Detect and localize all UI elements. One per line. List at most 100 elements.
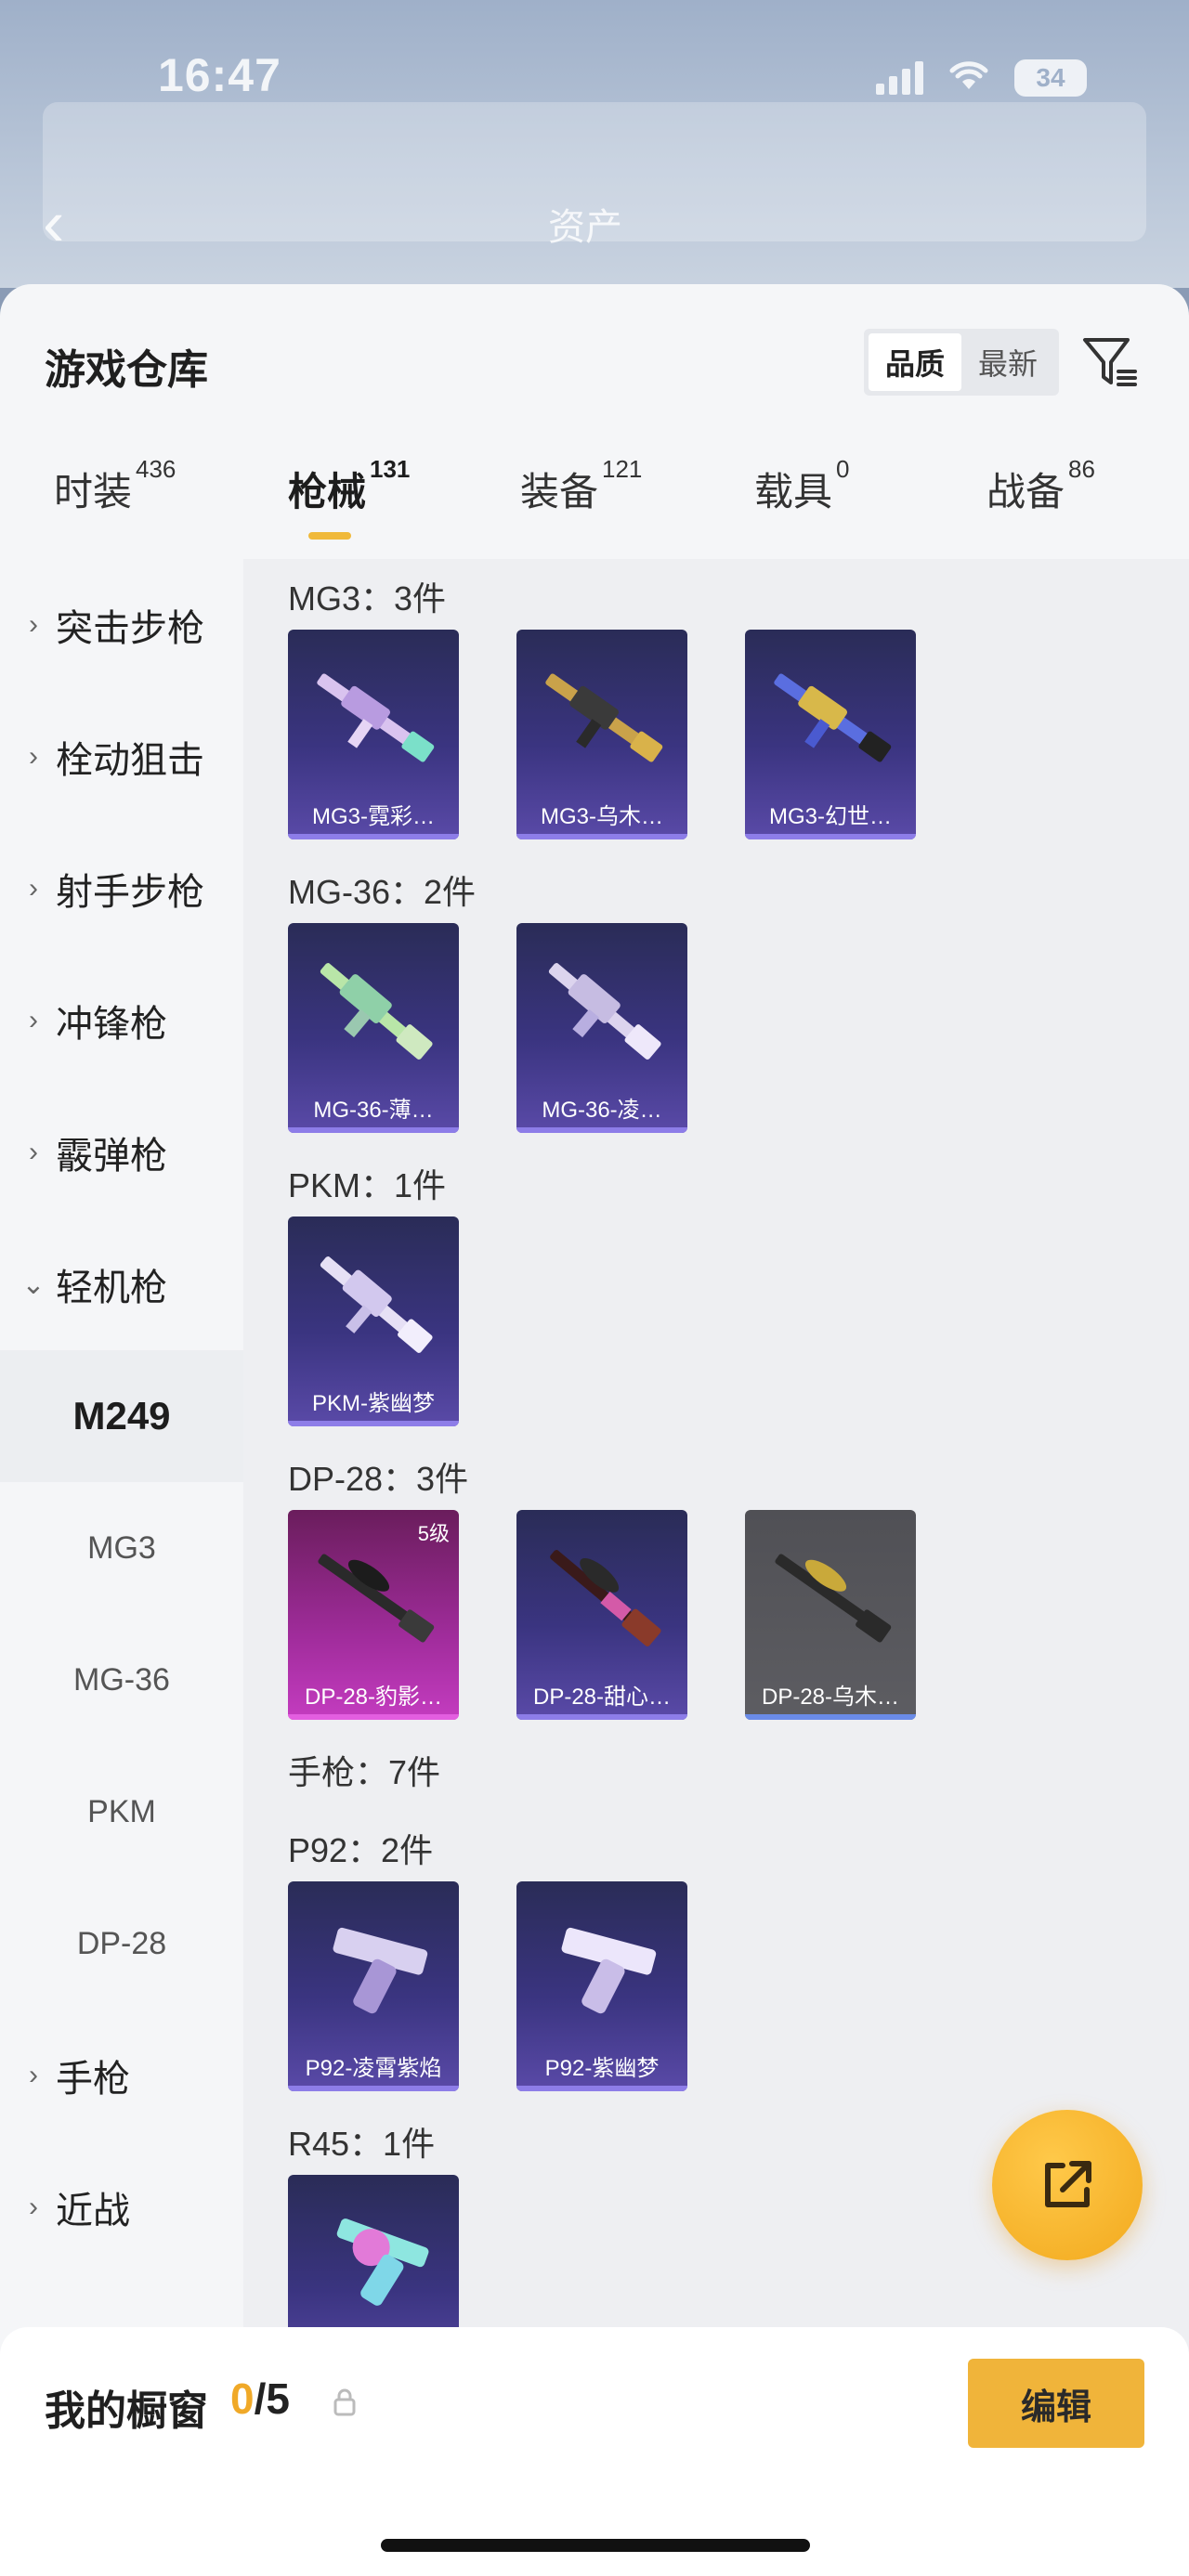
chevron-right-icon: › xyxy=(29,741,38,772)
tab-count: 0 xyxy=(836,455,850,483)
item-card[interactable]: MG-36-凌… xyxy=(516,923,687,1133)
item-name: DP-28-甜心… xyxy=(532,1685,672,1710)
sidebar-sub-dp28[interactable]: DP-28 xyxy=(0,1878,243,2010)
tab-gear[interactable]: 战备86 xyxy=(986,455,1095,517)
lmg-icon xyxy=(320,1256,433,1353)
chevron-right-icon: › xyxy=(29,873,38,904)
sidebar-item-label: 射手步枪 xyxy=(56,872,204,913)
showcase-count: 0/5 xyxy=(230,2374,290,2424)
pistol-icon xyxy=(333,1927,428,2014)
lmg-icon xyxy=(775,1554,892,1643)
chevron-right-icon: › xyxy=(29,2060,38,2090)
wifi-icon xyxy=(947,56,990,100)
sidebar-item-label: 冲锋枪 xyxy=(56,1004,167,1045)
battery-icon: 34 xyxy=(1014,59,1087,97)
showcase-current: 0 xyxy=(230,2374,255,2423)
lmg-icon xyxy=(550,1550,661,1646)
tab-fashion[interactable]: 时装436 xyxy=(54,455,176,517)
sort-toggle: 品质 最新 xyxy=(864,329,1060,396)
tab-equipment[interactable]: 装备121 xyxy=(520,455,642,517)
lmg-icon xyxy=(774,673,892,762)
content-area: › 突击步枪 › 栓动狙击 › 射手步枪 › 冲锋枪 › 霰弹枪 ⌄ 轻机枪 M249 MG… xyxy=(0,559,1189,2576)
lmg-icon xyxy=(318,1554,435,1643)
item-name: P92-紫幽梦 xyxy=(544,2056,660,2081)
tab-count: 121 xyxy=(602,455,643,483)
sidebar-item-pistol[interactable]: › 手枪 xyxy=(0,2010,243,2141)
sidebar-sub-mg3[interactable]: MG3 xyxy=(0,1482,243,1614)
showcase-bar: 我的橱窗 0/5 编辑 xyxy=(0,2327,1189,2576)
sort-newest-button[interactable]: 最新 xyxy=(961,333,1054,391)
sheet-title: 游戏仓库 xyxy=(45,347,208,393)
lock-icon xyxy=(333,2388,356,2416)
tab-underline xyxy=(308,532,351,540)
status-icons: 34 xyxy=(876,56,1087,100)
sidebar-item-marksman-rifle[interactable]: › 射手步枪 xyxy=(0,823,243,955)
group-label: MG3：3件 xyxy=(288,579,447,618)
sidebar-item-smg[interactable]: › 冲锋枪 xyxy=(0,955,243,1086)
item-name: MG-36-凌… xyxy=(542,1098,662,1123)
item-card[interactable]: DP-28-乌木… xyxy=(745,1510,916,1720)
tab-count: 86 xyxy=(1068,455,1095,483)
tab-count: 131 xyxy=(370,455,411,483)
sidebar-item-melee[interactable]: › 近战 xyxy=(0,2141,243,2273)
sidebar-sub-mg36[interactable]: MG-36 xyxy=(0,1614,243,1746)
sidebar-sub-pkm[interactable]: PKM xyxy=(0,1746,243,1878)
sidebar-item-assault-rifle[interactable]: › 突击步枪 xyxy=(0,559,243,691)
item-card[interactable]: 5级 DP-28-豹影… xyxy=(288,1510,459,1720)
chevron-right-icon: › xyxy=(29,2192,38,2222)
filter-icon[interactable] xyxy=(1079,331,1141,392)
tab-label: 载具 xyxy=(754,470,833,514)
item-card[interactable]: MG3-幻世… xyxy=(745,630,916,839)
item-name: DP-28-乌木… xyxy=(761,1685,900,1710)
back-icon[interactable]: ‹ xyxy=(43,186,64,260)
group-label: 手枪：7件 xyxy=(288,1753,441,1791)
item-name: P92-凌霄紫焰 xyxy=(305,2056,442,2081)
item-card[interactable]: P92-紫幽梦 xyxy=(516,1881,687,2091)
sort-quality-button[interactable]: 品质 xyxy=(869,333,962,391)
sidebar-sub-m249[interactable]: M249 xyxy=(0,1350,243,1482)
item-name: MG3-幻世… xyxy=(769,804,892,829)
edit-button[interactable]: 编辑 xyxy=(968,2359,1144,2448)
showcase-title: 我的橱窗 xyxy=(45,2388,208,2434)
item-card[interactable]: PKM-紫幽梦 xyxy=(288,1216,459,1426)
showcase-total: /5 xyxy=(254,2374,290,2423)
item-name: DP-28-豹影… xyxy=(304,1685,443,1710)
header-title: 资产 xyxy=(548,207,622,248)
chevron-right-icon: › xyxy=(29,609,38,640)
sidebar-item-label: 手枪 xyxy=(56,2059,130,2100)
item-name: MG3-霓彩… xyxy=(312,804,435,829)
category-tabs: 时装436 枪械131 装备121 载具0 战备86 xyxy=(0,455,1189,544)
tab-label: 装备 xyxy=(520,470,599,514)
tab-count: 436 xyxy=(136,455,176,483)
tab-vehicles[interactable]: 载具0 xyxy=(754,455,849,517)
sidebar-item-label: 突击步枪 xyxy=(56,608,204,649)
external-link-icon xyxy=(1045,2161,1091,2207)
background-header: 16:47 34 ‹ 资产 xyxy=(0,0,1189,288)
lmg-icon xyxy=(317,673,435,762)
pistol-icon xyxy=(561,1927,657,2014)
item-card[interactable]: DP-28-甜心… xyxy=(516,1510,687,1720)
warehouse-sheet: 游戏仓库 品质 最新 时装436 枪械131 装备121 载具0 战备86 › 突… xyxy=(0,284,1189,2576)
group-label: PKM：1件 xyxy=(288,1166,447,1204)
lmg-icon xyxy=(545,673,663,762)
rifle-icon xyxy=(548,963,661,1060)
sidebar-item-label: 近战 xyxy=(56,2191,130,2231)
sidebar-item-label: 轻机枪 xyxy=(56,1268,167,1308)
chevron-right-icon: › xyxy=(29,1137,38,1167)
share-button[interactable] xyxy=(992,2110,1143,2260)
item-card[interactable]: MG3-乌木… xyxy=(516,630,687,839)
chevron-right-icon: › xyxy=(29,1005,38,1035)
sidebar-item-lmg[interactable]: ⌄ 轻机枪 xyxy=(0,1218,243,1350)
chevron-down-icon: ⌄ xyxy=(21,1268,46,1300)
sidebar-item-bolt-sniper[interactable]: › 栓动狙击 xyxy=(0,691,243,823)
sidebar-item-label: 栓动狙击 xyxy=(56,740,204,781)
item-name: MG-36-薄… xyxy=(313,1098,434,1123)
sidebar-item-shotgun[interactable]: › 霰弹枪 xyxy=(0,1086,243,1218)
item-card[interactable]: P92-凌霄紫焰 xyxy=(288,1881,459,2091)
tab-firearms[interactable]: 枪械131 xyxy=(288,455,410,540)
tab-label: 战备 xyxy=(986,470,1065,514)
item-card[interactable]: MG3-霓彩… xyxy=(288,630,459,839)
status-time: 16:47 xyxy=(158,49,281,101)
item-card[interactable]: MG-36-薄… xyxy=(288,923,459,1133)
sidebar-item-label: 霰弹枪 xyxy=(56,1136,167,1177)
